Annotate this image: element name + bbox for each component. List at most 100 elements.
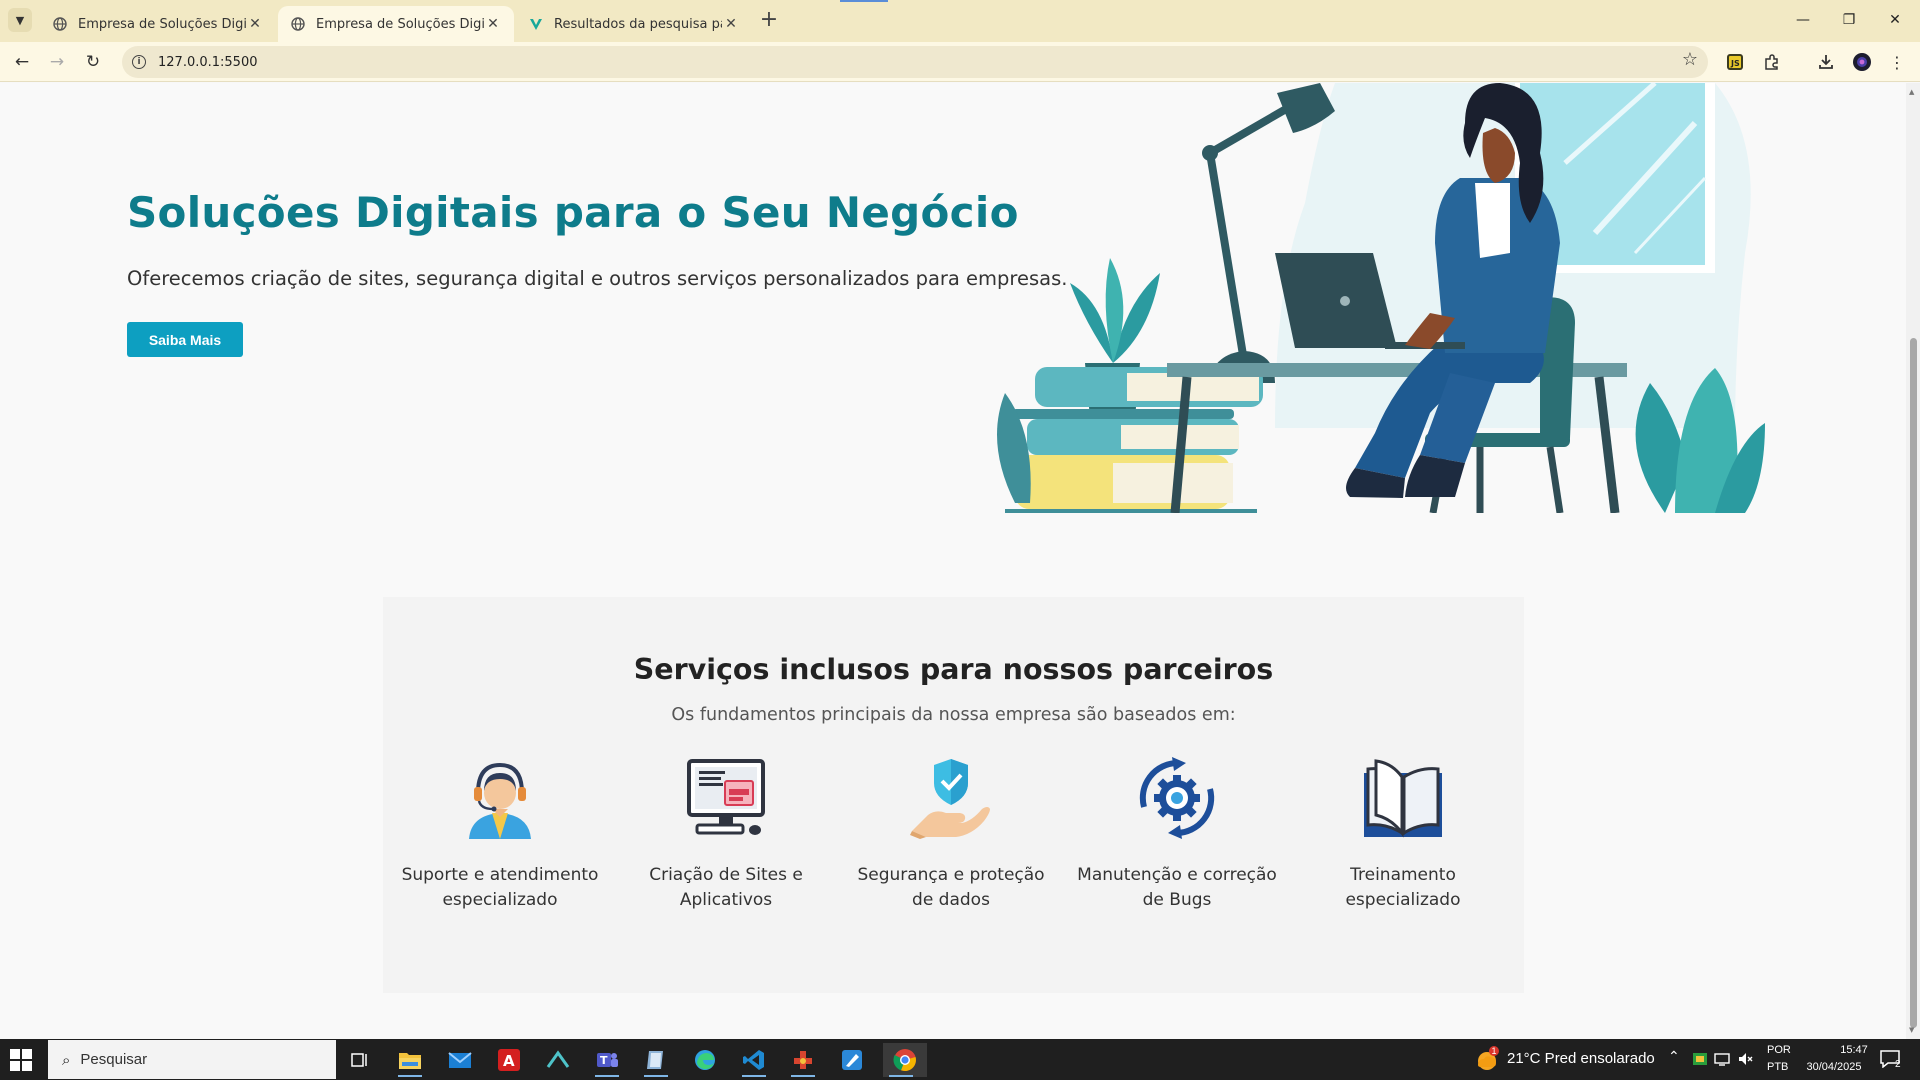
scrollbar-thumb[interactable] [1910,338,1917,1028]
notification-count: 2 [1895,1059,1901,1070]
service-label-line2: de dados [912,890,990,910]
computer-icon [687,759,765,835]
active-app-indicator [398,1075,422,1077]
services-section: Serviços inclusos para nossos parceiros … [383,597,1524,993]
weather-badge: 1 [1489,1046,1499,1056]
search-result-icon [528,16,544,32]
tab-3[interactable]: Resultados da pesquisa para Liv ✕ [516,6,752,42]
active-app-indicator [595,1075,619,1077]
clock-date[interactable]: 30/04/2025 [1796,1061,1872,1073]
globe-icon [290,16,306,32]
services-subtitle: Os fundamentos principais da nossa empre… [671,705,1236,725]
language-line1[interactable]: POR [1767,1044,1791,1056]
download-icon[interactable] [1814,50,1838,74]
hero-subtitle: Oferecemos criação de sites, segurança d… [127,267,1068,290]
extensions-puzzle-icon[interactable] [1760,50,1784,74]
paint-app-icon[interactable] [834,1043,870,1077]
tab-search-button[interactable]: ▼ [8,8,32,32]
service-card-support: Suporte e atendimento especializado [400,757,600,913]
forward-button[interactable]: → [43,48,71,76]
tab-close-icon[interactable]: ✕ [722,16,740,32]
saiba-mais-button[interactable]: Saiba Mais [127,322,243,357]
tab-strip: ▼ Empresa de Soluções Digitais ✕ Empresa… [0,0,1920,42]
service-label: Treinamento especializado [1303,863,1503,913]
taskbar-search-placeholder[interactable]: Pesquisar [80,1051,147,1068]
tab-close-icon[interactable]: ✕ [246,16,264,32]
volume-muted-icon[interactable] [1738,1052,1754,1066]
service-card-training: Treinamento especializado [1303,757,1503,913]
page-scrollbar[interactable]: ▲ ▼ [1906,83,1920,1039]
tab-title: Empresa de Soluções Digitais [78,16,246,32]
site-info-icon[interactable]: i [132,55,146,69]
svg-text:JS: JS [1730,59,1740,68]
page-viewport: Soluções Digitais para o Seu Negócio Ofe… [0,83,1906,1039]
restore-button[interactable]: ❐ [1826,6,1872,34]
edge-icon[interactable] [687,1043,723,1077]
new-tab-button[interactable]: + [758,8,780,32]
services-title: Serviços inclusos para nossos parceiros [633,653,1274,686]
hero-title: Soluções Digitais para o Seu Negócio [127,188,1019,237]
acrobat-icon[interactable]: A [491,1043,527,1077]
url-text[interactable]: 127.0.0.1:5500 [158,55,258,70]
tab-close-icon[interactable]: ✕ [484,16,502,32]
weather-text[interactable]: 21°C Pred ensolarado [1507,1050,1655,1067]
service-label-line2: especializado [442,890,558,910]
service-card-security: Segurança e proteção de dados [851,757,1051,913]
support-agent-icon [469,762,531,839]
close-window-button[interactable]: ✕ [1872,6,1918,34]
js-extension-icon[interactable]: JS [1723,50,1747,74]
language-line2[interactable]: PTB [1767,1061,1788,1073]
reload-button[interactable]: ↻ [79,48,107,76]
notes-app-icon[interactable] [638,1043,674,1077]
browser-toolbar: ← → ↻ i 127.0.0.1:5500 ☆ JS ⋮ [0,42,1920,82]
network-icon[interactable] [1714,1052,1730,1066]
back-button[interactable]: ← [8,48,36,76]
vscode-icon[interactable] [736,1043,772,1077]
address-bar[interactable]: i 127.0.0.1:5500 ☆ [122,46,1708,78]
service-label-line1: Segurança e proteção [857,865,1045,885]
service-label-line1: Criação de Sites e [649,865,803,885]
arduino-ide-icon[interactable] [540,1043,576,1077]
svg-text:T: T [600,1054,608,1067]
svg-text:A: A [503,1052,515,1070]
windows-taskbar: ⌕ Pesquisar A T 1 21°C Pred ensolarado ⌃… [0,1039,1920,1080]
service-label: Suporte e atendimento especializado [400,863,600,913]
service-label-line2: de Bugs [1142,890,1212,910]
chevron-up-icon[interactable]: ⌃ [1668,1048,1680,1065]
active-app-indicator [791,1075,815,1077]
tab-drag-indicator [840,0,888,2]
tab-2[interactable]: Empresa de Soluções Digitais ✕ [278,6,514,42]
app-icon-red[interactable] [785,1043,821,1077]
service-label: Criação de Sites e Aplicativos [626,863,826,913]
profile-avatar[interactable] [1850,50,1874,74]
minimize-button[interactable]: — [1780,6,1826,34]
service-label-line2: Aplicativos [679,890,773,910]
service-label: Segurança e proteção de dados [851,863,1051,913]
tray-app-icon[interactable] [1692,1052,1708,1066]
active-app-indicator [742,1075,766,1077]
hero-illustration [997,83,1765,513]
tab-title: Resultados da pesquisa para Liv [554,16,722,32]
service-label: Manutenção e correção de Bugs [1077,863,1277,913]
open-book-icon [1364,759,1442,838]
service-card-websites: Criação de Sites e Aplicativos [626,757,826,913]
chrome-icon[interactable] [883,1043,927,1077]
gear-refresh-icon [1139,757,1215,839]
scroll-down-icon[interactable]: ▼ [1909,1026,1914,1034]
shield-hand-icon [910,759,990,839]
task-view-icon[interactable] [342,1043,378,1077]
active-app-indicator [889,1075,913,1077]
service-label-line2: especializado [1345,890,1461,910]
file-explorer-icon[interactable] [392,1043,428,1077]
bookmark-star-icon[interactable]: ☆ [1682,49,1698,70]
windows-start-icon[interactable] [10,1049,32,1071]
taskbar-search[interactable]: ⌕ Pesquisar [48,1040,336,1079]
service-label-line1: Manutenção e correção [1077,865,1277,885]
tab-title: Empresa de Soluções Digitais [316,16,484,32]
browser-menu-icon[interactable]: ⋮ [1885,50,1909,74]
mail-icon[interactable] [442,1043,478,1077]
scroll-up-icon[interactable]: ▲ [1909,88,1914,96]
teams-icon[interactable]: T [589,1043,625,1077]
tab-1[interactable]: Empresa de Soluções Digitais ✕ [40,6,276,42]
service-card-maintenance: Manutenção e correção de Bugs [1077,757,1277,913]
